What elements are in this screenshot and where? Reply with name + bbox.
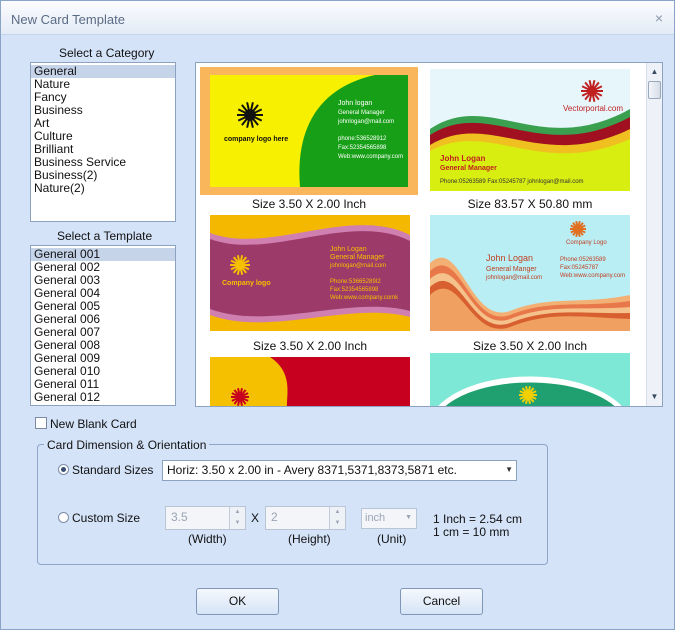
card-text-line: phone:536528912 — [338, 136, 387, 142]
spin-up-icon[interactable]: ▲ — [330, 507, 345, 518]
spin-up-icon[interactable]: ▲ — [230, 507, 245, 518]
card-preview-image: company logo here John logan General Manag… — [200, 67, 418, 195]
card-text-line: Web:www.company.com — [338, 154, 403, 160]
new-blank-card-label: New Blank Card — [50, 417, 137, 431]
card-preview-image: Vectorportal.com John Logan General Manage… — [430, 69, 630, 191]
card-template-thumbnail[interactable]: Company Logo John Logan General Manger john… — [430, 215, 630, 331]
card-size-caption: Size 3.50 X 2.00 Inch — [472, 339, 588, 353]
card-template-thumbnail[interactable]: Vectorportal.com John Logan General Manage… — [430, 69, 630, 191]
template-list-item[interactable]: General 012 — [31, 391, 175, 404]
card-size-caption: Size 3.50 X 2.00 Inch — [252, 339, 368, 353]
card-text-line: Phone:05263589 Fax:05245787 johnlogan@ma… — [440, 179, 584, 185]
card-text-line: John Logan — [330, 246, 367, 253]
title-bar: New Card Template × — [1, 1, 674, 35]
card-text-line: John Logan — [486, 253, 533, 263]
card-size-caption: Size 83.57 X 50.80 mm — [467, 197, 593, 211]
card-template-thumbnail[interactable]: company logo here John logan General Manag… — [200, 67, 418, 195]
card-text-line: johnlogan@mail.com — [485, 275, 542, 281]
chevron-down-icon: ▼ — [405, 514, 412, 521]
height-caption: (Height) — [288, 532, 331, 546]
category-heading: Select a Category — [59, 46, 155, 60]
spin-down-icon[interactable]: ▼ — [330, 518, 345, 529]
card-text-line: Fax:52354565898 — [330, 287, 379, 293]
unit-caption: (Unit) — [377, 532, 407, 546]
window-title: New Card Template — [11, 12, 125, 27]
times-label: X — [251, 511, 260, 525]
card-text-line: General Manger — [486, 266, 537, 273]
template-preview-grid: company logo here John logan General Manag… — [195, 62, 663, 407]
custom-size-radio[interactable] — [58, 512, 69, 523]
unit-select[interactable]: inch ▼ — [361, 508, 417, 529]
template-heading: Select a Template — [57, 229, 153, 243]
standard-size-value: Horiz: 3.50 x 2.00 in - Avery 8371,5371,… — [167, 463, 457, 477]
card-text-line: johnlogan@mail.com — [337, 119, 394, 125]
ok-button[interactable]: OK — [196, 588, 279, 615]
scroll-down-icon[interactable]: ▼ — [647, 390, 662, 404]
card-template-thumbnail[interactable] — [430, 353, 630, 406]
scroll-thumb[interactable] — [648, 81, 661, 99]
new-blank-card-checkbox[interactable] — [35, 417, 47, 429]
width-caption: (Width) — [188, 532, 227, 546]
card-text-line: Fax:52354565898 — [338, 145, 387, 151]
card-template-thumbnail[interactable]: Company logo John Logan General Manager joh… — [210, 215, 410, 331]
card-text-line: General Manager — [338, 110, 385, 116]
card-template-thumbnail[interactable] — [210, 357, 410, 406]
cancel-button[interactable]: Cancel — [400, 588, 483, 615]
card-size-caption: Size 3.50 X 2.00 Inch — [251, 197, 367, 211]
spin-down-icon[interactable]: ▼ — [230, 518, 245, 529]
width-stepper[interactable]: 3.5 ▲ ▼ — [165, 506, 246, 530]
unit-value: inch — [365, 512, 386, 524]
card-logo-text: Company Logo — [566, 240, 607, 246]
card-logo-text: Vectorportal.com — [563, 104, 623, 113]
new-card-template-dialog: New Card Template × Select a Category Ge… — [0, 0, 675, 630]
standard-size-select[interactable]: Horiz: 3.50 x 2.00 in - Avery 8371,5371,… — [162, 460, 517, 481]
card-text-line: johnlogan@mail.com — [329, 263, 386, 269]
preview-scrollbar[interactable]: ▲ ▼ — [646, 63, 662, 406]
category-list[interactable]: General Nature Fancy Business Art Culture Bril… — [30, 62, 176, 222]
card-dimension-title: Card Dimension & Orientation — [44, 438, 210, 452]
category-list-item[interactable]: Nature(2) — [31, 182, 175, 195]
card-preview-image — [430, 353, 630, 406]
card-text-line: Fax:05245787 — [560, 265, 599, 271]
category-list-item[interactable]: Business — [31, 104, 175, 117]
card-preview-image: Company Logo John Logan General Manger john… — [430, 215, 630, 331]
height-value: 2 — [271, 510, 278, 524]
card-text-line: John Logan — [440, 154, 485, 163]
inch-conversion-note: 1 Inch = 2.54 cm — [433, 512, 523, 526]
scroll-up-icon[interactable]: ▲ — [647, 65, 662, 79]
custom-size-label: Custom Size — [72, 511, 141, 525]
card-preview-image: Company logo John LoganGeneral Manager joh… — [210, 215, 410, 331]
card-text-line: Phone:05263589 — [560, 257, 606, 263]
height-stepper[interactable]: 2 ▲ ▼ — [265, 506, 346, 530]
chevron-down-icon: ▼ — [505, 465, 513, 474]
card-text-line: Phone:53665289I2 — [330, 279, 381, 285]
standard-sizes-radio[interactable] — [58, 464, 69, 475]
card-text-line: General Manager — [330, 254, 385, 261]
card-logo-text: Company logo — [222, 280, 271, 287]
cm-conversion-note: 1 cm = 10 mm — [433, 525, 510, 539]
width-value: 3.5 — [171, 510, 188, 524]
close-icon[interactable]: × — [649, 9, 669, 27]
card-text-line: General Manager — [440, 165, 497, 172]
card-text-line: John logan — [338, 100, 372, 107]
card-logo-text: company logo here — [224, 136, 288, 143]
template-list[interactable]: General 001 General 002 General 003 General… — [30, 245, 176, 406]
card-preview-image — [210, 357, 410, 406]
card-text-line: Web:www.company.comk — [330, 295, 399, 301]
standard-sizes-label: Standard Sizes — [72, 463, 154, 477]
card-text-line: Web:www.company.com — [560, 273, 625, 279]
